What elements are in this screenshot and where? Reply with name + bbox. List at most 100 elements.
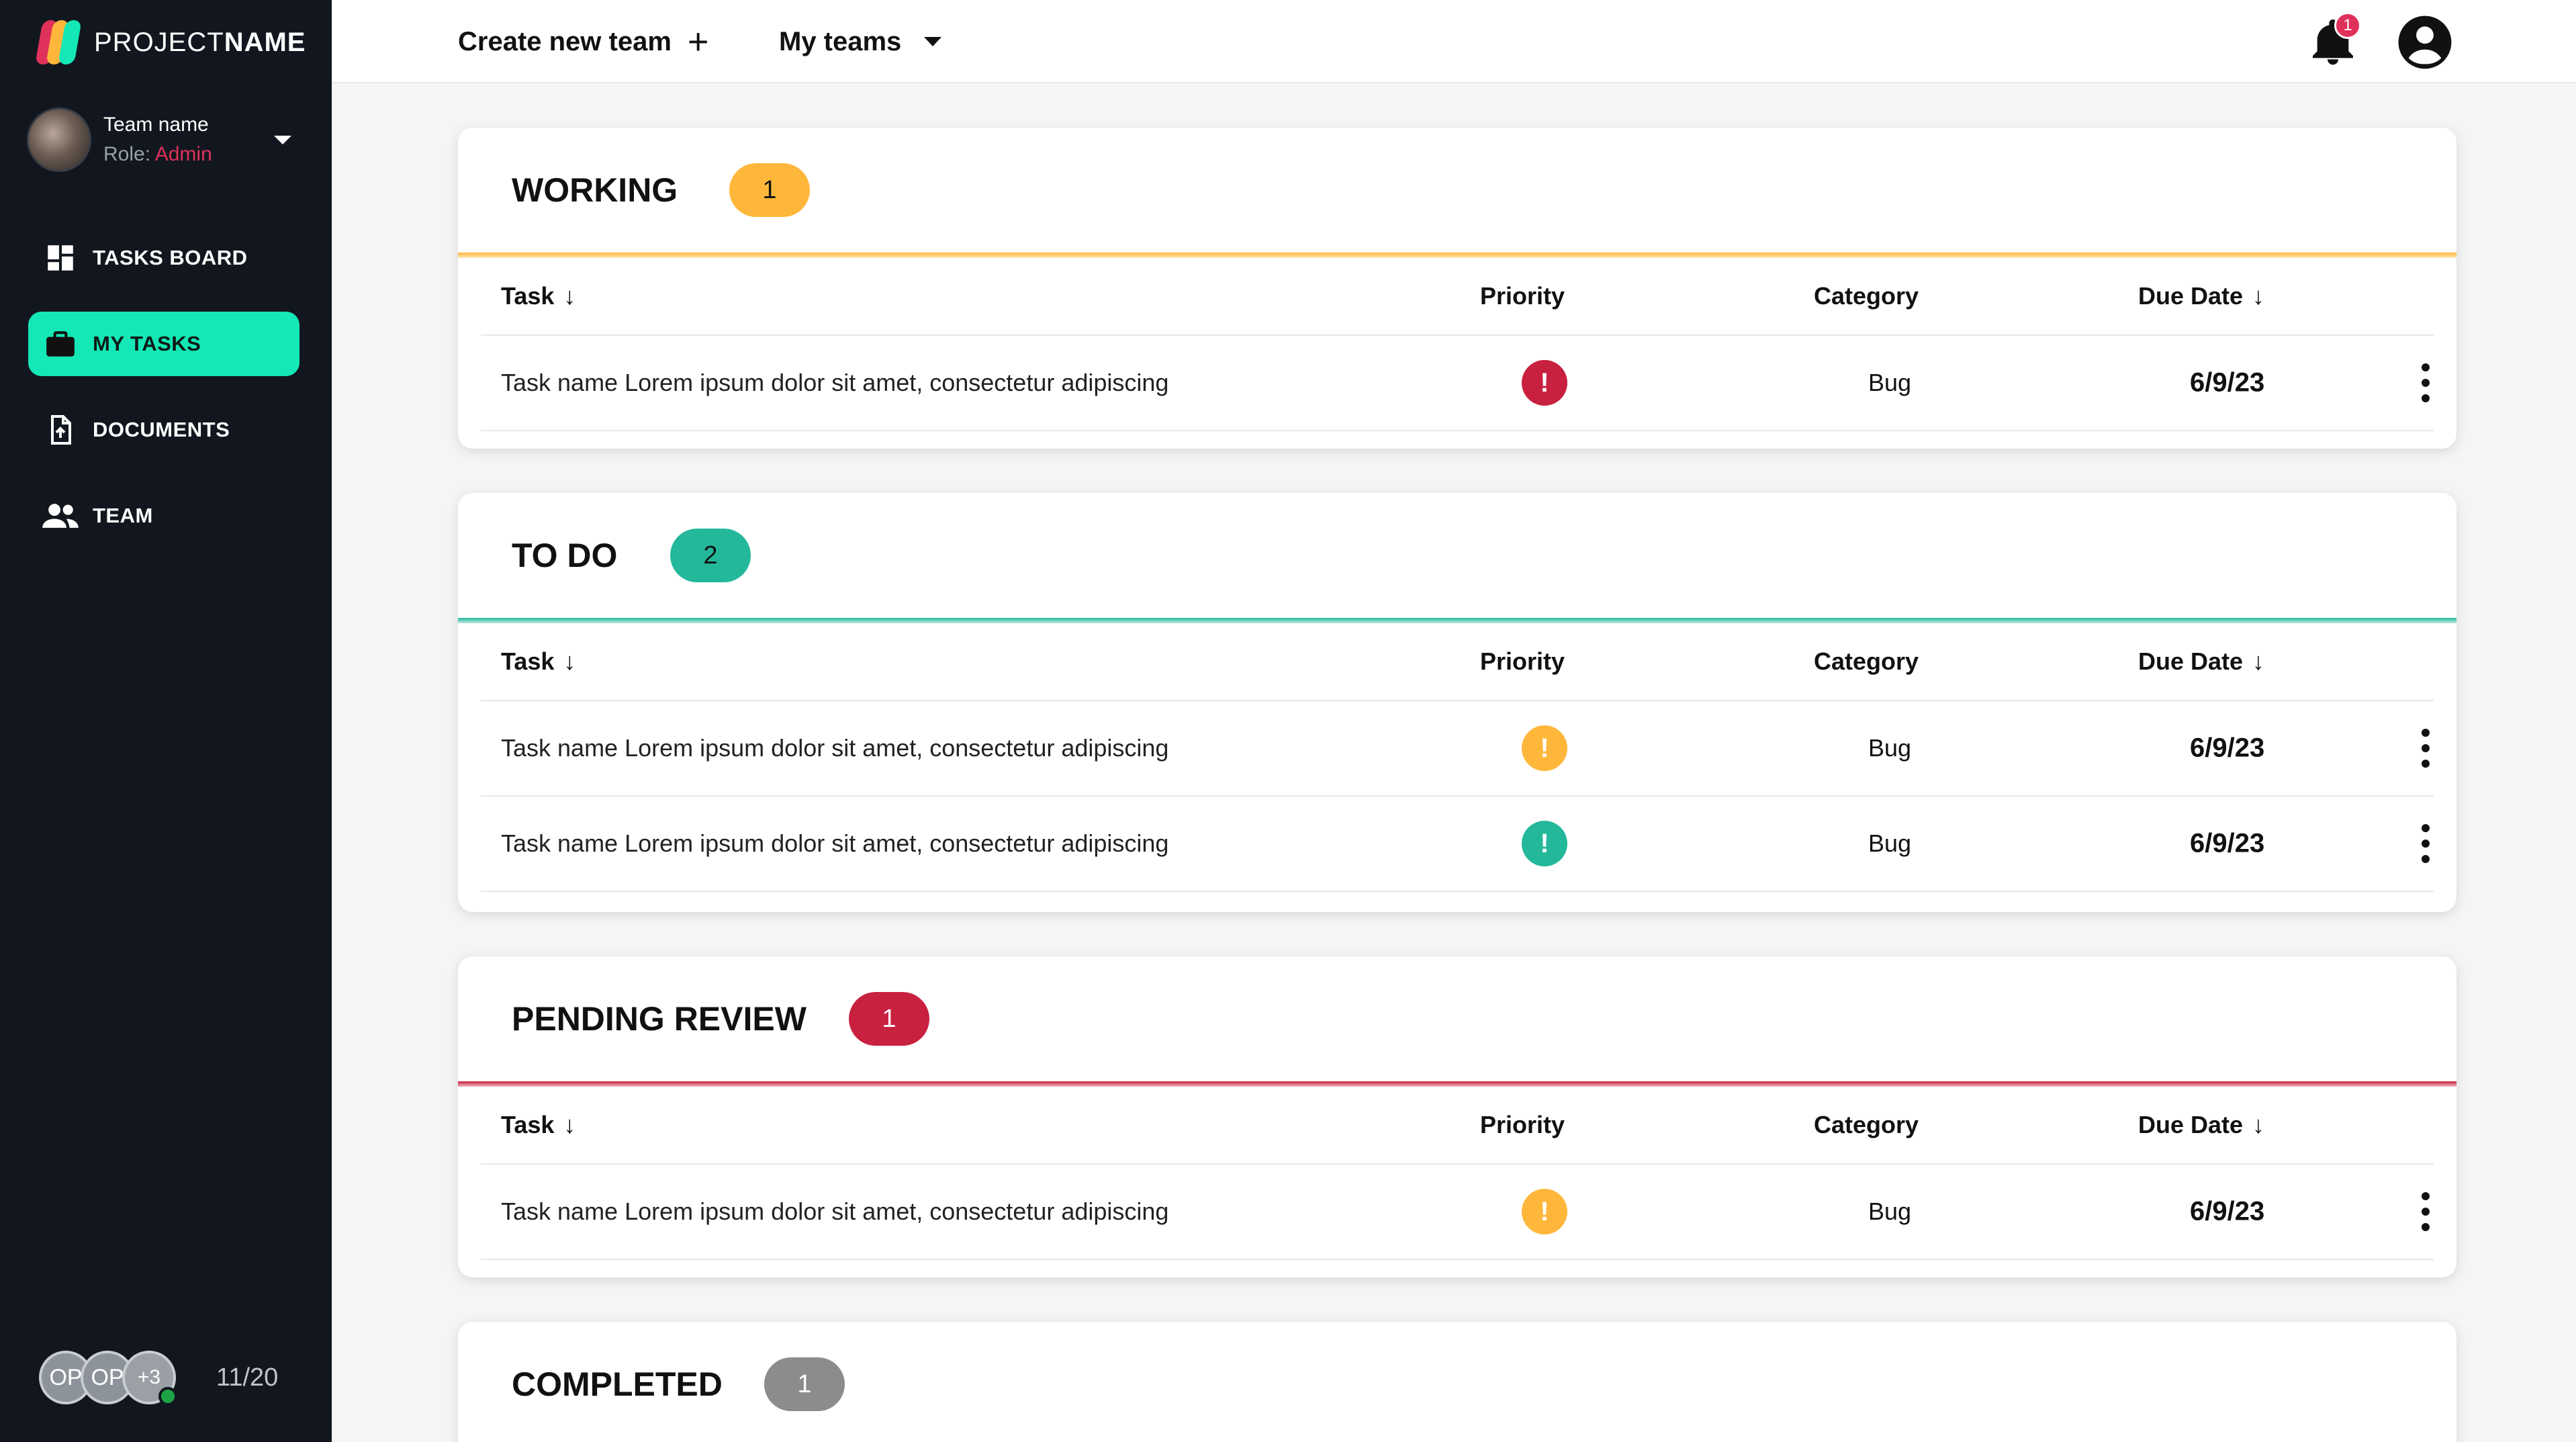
task-name: Task name Lorem ipsum dolor sit amet, co… — [501, 829, 1169, 857]
group-icon — [40, 497, 81, 535]
section-title: COMPLETED — [512, 1365, 723, 1403]
team-avatar — [27, 107, 91, 172]
brand-name: PROJECTNAME — [94, 28, 306, 58]
arrow-down-icon: ↓ — [2252, 282, 2265, 310]
team-members[interactable]: OP OP +3 11/20 — [39, 1348, 278, 1407]
column-task: Task — [501, 647, 555, 675]
team-info: Team name Role: Admin — [103, 114, 274, 166]
section-count-badge: 1 — [849, 992, 929, 1046]
column-task: Task — [501, 282, 555, 310]
briefcase-icon — [40, 325, 81, 363]
more-vertical-icon[interactable] — [2412, 820, 2439, 867]
column-due-date-sort[interactable]: Due Date ↓ — [2138, 647, 2264, 676]
section-todo: TO DO 2 Task ↓ Priority Category Due Date… — [458, 493, 2456, 912]
column-category: Category — [1814, 647, 1919, 675]
section-divider — [458, 618, 2456, 623]
team-switcher[interactable]: Team name Role: Admin — [27, 106, 302, 173]
my-teams-dropdown[interactable]: My teams — [779, 20, 942, 63]
column-category: Category — [1814, 1111, 1919, 1138]
column-priority: Priority — [1480, 282, 1565, 310]
table-row[interactable]: Task name Lorem ipsum dolor sit amet, co… — [481, 336, 2434, 431]
priority-medium-icon: ! — [1522, 1189, 1567, 1234]
column-due-date: Due Date — [2138, 1111, 2244, 1138]
arrow-down-icon: ↓ — [2252, 647, 2265, 675]
section-count-badge: 1 — [764, 1357, 845, 1411]
sidebar-item-documents[interactable]: DOCUMENTS — [28, 398, 300, 462]
table-row[interactable]: Task name Lorem ipsum dolor sit amet, co… — [481, 1165, 2434, 1260]
sidebar-item-label: TASKS BOARD — [93, 246, 248, 269]
member-more-count: +3 — [137, 1366, 161, 1388]
task-due-date: 6/9/23 — [2190, 1196, 2265, 1226]
task-name: Task name Lorem ipsum dolor sit amet, co… — [501, 1198, 1169, 1225]
my-teams-label: My teams — [779, 26, 902, 56]
create-team-button[interactable]: Create new team + — [458, 20, 708, 63]
column-task-sort[interactable]: Task ↓ — [501, 282, 576, 310]
team-role: Role: Admin — [103, 143, 274, 166]
column-due-date-sort[interactable]: Due Date ↓ — [2138, 1111, 2264, 1139]
chevron-down-icon — [274, 135, 291, 144]
notification-badge: 1 — [2334, 12, 2361, 39]
task-name: Task name Lorem ipsum dolor sit amet, co… — [501, 369, 1169, 396]
more-vertical-icon[interactable] — [2412, 1188, 2439, 1235]
chevron-down-icon — [924, 37, 942, 46]
sidebar-item-team[interactable]: TEAM — [28, 484, 300, 548]
team-name: Team name — [103, 114, 209, 136]
sidebar: PROJECTNAME Team name Role: Admin TASKS … — [0, 0, 332, 1442]
dashboard-icon — [40, 239, 81, 277]
team-role-label: Role: — [103, 143, 155, 165]
table-row[interactable]: Task name Lorem ipsum dolor sit amet, co… — [481, 797, 2434, 892]
online-status-dot — [158, 1387, 177, 1406]
column-due-date-sort[interactable]: Due Date ↓ — [2138, 282, 2264, 310]
sidebar-nav: TASKS BOARD MY TASKS DOCUMENTS TEAM — [28, 226, 300, 570]
arrow-down-icon: ↓ — [563, 1111, 576, 1138]
profile-button[interactable] — [2396, 13, 2454, 71]
column-category: Category — [1814, 282, 1919, 310]
section-header: COMPLETED 1 — [458, 1322, 2456, 1442]
section-divider — [458, 253, 2456, 258]
sidebar-item-label: TEAM — [93, 504, 153, 527]
section-count-badge: 2 — [670, 529, 751, 582]
brand-prefix: PROJECT — [94, 27, 224, 57]
task-due-date: 6/9/23 — [2190, 367, 2265, 398]
sidebar-item-my-tasks[interactable]: MY TASKS — [28, 312, 300, 376]
arrow-down-icon: ↓ — [563, 282, 576, 310]
section-header: WORKING 1 — [458, 128, 2456, 253]
top-bar: Create new team + My teams 1 — [332, 0, 2576, 83]
more-vertical-icon[interactable] — [2412, 359, 2439, 406]
sidebar-item-tasks-board[interactable]: TASKS BOARD — [28, 226, 300, 290]
brand[interactable]: PROJECTNAME — [35, 19, 306, 66]
column-task-sort[interactable]: Task ↓ — [501, 1111, 576, 1139]
member-avatar-more: +3 — [122, 1351, 177, 1406]
arrow-down-icon: ↓ — [2252, 1111, 2265, 1138]
task-due-date: 6/9/23 — [2190, 828, 2265, 858]
table-row[interactable]: Task name Lorem ipsum dolor sit amet, co… — [481, 701, 2434, 797]
section-working: WORKING 1 Task ↓ Priority Category Due Da… — [458, 128, 2456, 449]
member-count: 11/20 — [216, 1363, 279, 1392]
sidebar-item-label: DOCUMENTS — [93, 418, 230, 441]
column-task-sort[interactable]: Task ↓ — [501, 647, 576, 676]
column-due-date: Due Date — [2138, 282, 2244, 310]
column-due-date: Due Date — [2138, 647, 2244, 675]
notifications-button[interactable]: 1 — [2306, 12, 2361, 70]
arrow-down-icon: ↓ — [563, 647, 576, 675]
table-header: Task ↓ Priority Category Due Date ↓ — [481, 1087, 2434, 1165]
task-category: Bug — [1868, 1198, 1912, 1225]
section-pending-review: PENDING REVIEW 1 Task ↓ Priority Category… — [458, 956, 2456, 1277]
task-category: Bug — [1868, 829, 1912, 857]
section-header: TO DO 2 — [458, 493, 2456, 618]
section-completed: COMPLETED 1 — [458, 1322, 2456, 1442]
team-role-value: Admin — [154, 143, 212, 165]
section-title: TO DO — [512, 537, 618, 574]
priority-medium-icon: ! — [1522, 725, 1567, 771]
section-title: PENDING REVIEW — [512, 1000, 807, 1038]
section-title: WORKING — [512, 171, 678, 209]
section-header: PENDING REVIEW 1 — [458, 956, 2456, 1081]
column-priority: Priority — [1480, 1111, 1565, 1138]
table-header: Task ↓ Priority Category Due Date ↓ — [481, 623, 2434, 701]
priority-low-icon: ! — [1522, 821, 1567, 866]
task-category: Bug — [1868, 734, 1912, 762]
brand-suffix: NAME — [224, 27, 306, 57]
section-divider — [458, 1081, 2456, 1087]
column-priority: Priority — [1480, 647, 1565, 675]
more-vertical-icon[interactable] — [2412, 725, 2439, 772]
